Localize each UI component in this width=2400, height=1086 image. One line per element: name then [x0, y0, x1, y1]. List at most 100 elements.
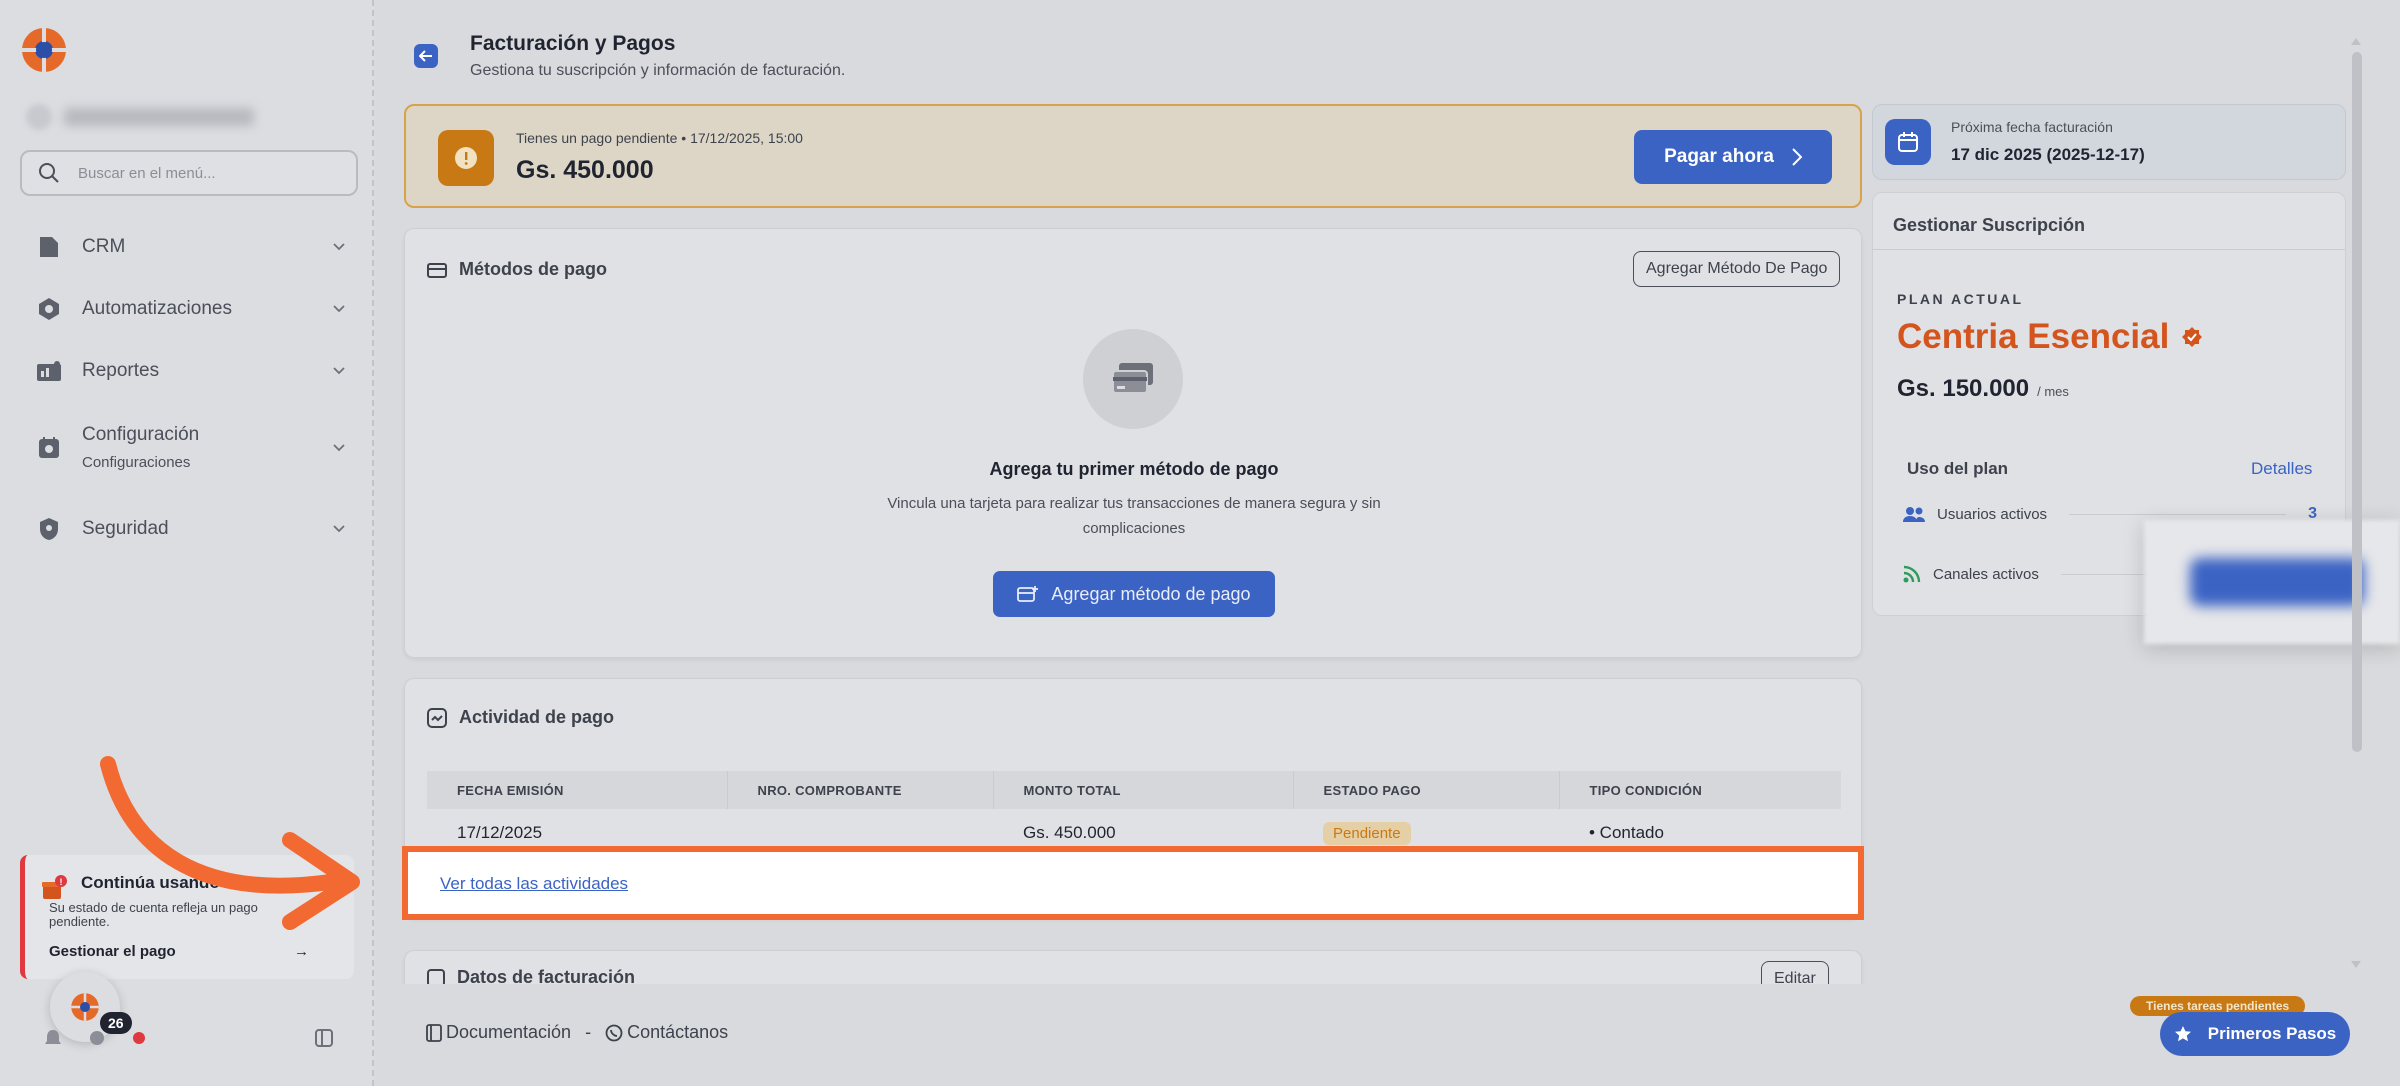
plan-price-value: Gs. 150.000: [1897, 375, 2030, 402]
sidebar-item-automatizaciones[interactable]: Automatizaciones: [36, 296, 346, 322]
scrollbar-thumb[interactable]: [2352, 52, 2362, 752]
settings-icon: [36, 435, 62, 461]
verified-badge-icon: [2182, 327, 2203, 347]
pending-payment-banner: Tienes un pago pendiente • 17/12/2025, 1…: [404, 104, 1862, 208]
whatsapp-icon: [605, 1024, 623, 1041]
chart-report-icon: [36, 358, 62, 384]
search-icon: [39, 163, 59, 183]
sidebar: Buscar en el menú... CRM Automatizacione…: [0, 0, 374, 1086]
app-logo-icon[interactable]: [20, 26, 68, 74]
pay-now-button[interactable]: Pagar ahora: [1634, 130, 1832, 184]
chevron-down-icon: [333, 367, 345, 375]
document-icon: [36, 234, 62, 260]
add-first-payment-method-button[interactable]: Agregar método de pago: [993, 571, 1275, 617]
user-profile[interactable]: [26, 104, 254, 130]
sidebar-item-label: Reportes: [82, 360, 160, 381]
pay-now-label: Pagar ahora: [1664, 146, 1774, 167]
footer-separator: -: [585, 1022, 592, 1042]
credit-card-icon: [1083, 329, 1183, 429]
sidebar-item-configuracion[interactable]: Configuración Configuraciones: [36, 424, 346, 471]
star-icon: [2174, 1026, 2191, 1042]
manage-payment-label: Gestionar el pago: [49, 943, 176, 960]
moon-icon[interactable]: [88, 1028, 106, 1048]
column-header[interactable]: TIPO CONDICIÓN: [1559, 771, 1841, 809]
column-header[interactable]: NRO. COMPROBANTE: [727, 771, 994, 809]
bell-icon[interactable]: [44, 1028, 62, 1048]
payment-methods-title-text: Métodos de pago: [459, 259, 607, 279]
next-billing-card: Próxima fecha facturación 17 dic 2025 (2…: [1872, 104, 2346, 180]
avatar: [26, 104, 52, 130]
pending-payment-card: ! Continúa usando Ce Su estado de cuenta…: [20, 855, 354, 979]
usage-label: Canales activos: [1933, 565, 2039, 583]
wallet-icon: [427, 262, 447, 278]
blurred-button[interactable]: [2190, 558, 2364, 606]
first-steps-label: Primeros Pasos: [2207, 1024, 2337, 1043]
payment-activity-title-text: Actividad de pago: [459, 707, 615, 727]
pending-amount: Gs. 450.000: [516, 156, 654, 184]
menu-search[interactable]: Buscar en el menú...: [20, 150, 358, 196]
app-logo-icon: [71, 993, 99, 1021]
page-title: Facturación y Pagos: [470, 32, 676, 55]
status-badge: Pendiente: [1323, 822, 1411, 845]
arrow-right-icon: →: [294, 943, 309, 960]
chevron-down-icon: [333, 525, 345, 533]
view-all-activities-highlight: Ver todas las actividades: [402, 846, 1864, 920]
contact-label: Contáctanos: [627, 1022, 729, 1042]
usage-details-link[interactable]: Detalles: [2251, 459, 2312, 479]
sidebar-bottom-toolbar: [44, 1028, 146, 1048]
usage-label: Usuarios activos: [1937, 505, 2048, 523]
sidebar-item-seguridad[interactable]: Seguridad: [36, 516, 346, 542]
usage-title: Uso del plan: [1907, 459, 2009, 478]
sidebar-item-label: Seguridad: [82, 518, 169, 539]
first-steps-button[interactable]: Primeros Pasos: [2160, 1012, 2350, 1056]
search-input[interactable]: Buscar en el menú...: [78, 165, 216, 182]
docs-link[interactable]: Documentación: [426, 1022, 571, 1043]
scroll-down-icon[interactable]: [2350, 960, 2362, 970]
back-button[interactable]: [414, 44, 438, 68]
scroll-up-icon[interactable]: [2350, 36, 2362, 46]
payment-methods-card: Métodos de pago Agregar Método De Pago A…: [404, 228, 1862, 658]
plan-period: / mes: [2037, 384, 2069, 399]
view-all-activities-link[interactable]: Ver todas las actividades: [440, 874, 628, 894]
usage-line: [2069, 513, 2287, 515]
collapse-sidebar-icon[interactable]: [314, 1028, 334, 1048]
sidebar-item-label: CRM: [82, 236, 126, 257]
payment-activity-title: Actividad de pago: [427, 707, 614, 728]
contact-link[interactable]: Contáctanos: [605, 1022, 728, 1043]
payment-activity-table: FECHA EMISIÓN NRO. COMPROBANTE MONTO TOT…: [427, 771, 1841, 857]
status-dot-icon: [133, 1032, 145, 1044]
page-subtitle: Gestiona tu suscripción y información de…: [470, 62, 846, 79]
hexagon-gear-icon: [36, 296, 62, 322]
sidebar-item-label: Automatizaciones: [82, 298, 232, 319]
footer-links: Documentación - Contáctanos: [426, 1022, 728, 1043]
add-payment-method-button[interactable]: Agregar Método De Pago: [1633, 251, 1841, 287]
users-icon: [1903, 507, 1925, 522]
subscription-title: Gestionar Suscripción: [1893, 215, 2086, 235]
pending-payment-text: Tienes un pago pendiente • 17/12/2025, 1…: [516, 130, 803, 146]
chevron-down-icon: [333, 305, 345, 313]
docs-label: Documentación: [446, 1022, 572, 1042]
book-icon: [426, 1023, 442, 1042]
sidebar-item-sublabel: Configuraciones: [82, 454, 191, 471]
column-header[interactable]: FECHA EMISIÓN: [427, 771, 728, 809]
column-header[interactable]: MONTO TOTAL: [993, 771, 1294, 809]
sidebar-item-label: Configuración: [82, 424, 200, 445]
next-billing-date: 17 dic 2025 (2025-12-17): [1951, 145, 2145, 164]
sidebar-item-crm[interactable]: CRM: [36, 234, 346, 260]
plan-name-text: Centria Esencial: [1897, 317, 2170, 356]
rss-icon: [1903, 565, 1921, 583]
plan-price: Gs. 150.000 / mes: [1897, 375, 2069, 403]
alert-badge: !: [60, 877, 63, 887]
manage-payment-link[interactable]: Gestionar el pago →: [49, 943, 309, 960]
alert-gift-icon: !: [41, 875, 67, 906]
plan-label: PLAN ACTUAL: [1897, 291, 2024, 307]
chevron-right-icon: [1792, 148, 1802, 166]
chevron-down-icon: [333, 443, 345, 451]
add-first-payment-method-label: Agregar método de pago: [1051, 583, 1251, 604]
column-header[interactable]: ESTADO PAGO: [1293, 771, 1560, 809]
alert-circle-icon: [438, 130, 494, 186]
empty-state-description: Vincula una tarjeta para realizar tus tr…: [887, 495, 1381, 537]
plan-name: Centria Esencial: [1897, 317, 2203, 357]
sidebar-item-reportes[interactable]: Reportes: [36, 358, 346, 384]
card-title: Continúa usando Ce: [81, 873, 247, 892]
